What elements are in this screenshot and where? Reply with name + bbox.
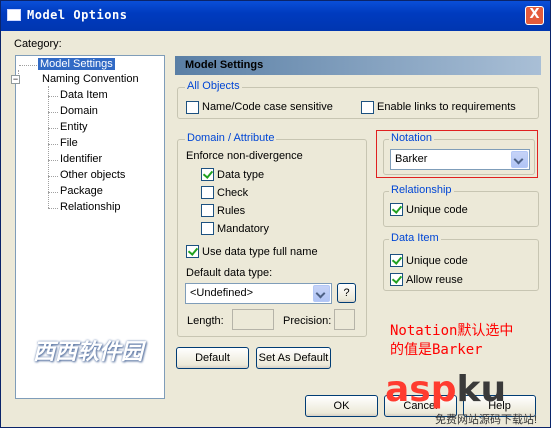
- watermark-subtitle: 免费网站源码下载站!: [435, 414, 538, 426]
- tree-item-entity[interactable]: Entity: [60, 121, 88, 133]
- category-label: Category:: [14, 38, 62, 50]
- window-title: Model Options: [27, 8, 128, 22]
- tree-item-domain[interactable]: Domain: [60, 105, 98, 117]
- highlight-box: [376, 130, 538, 178]
- collapse-icon[interactable]: −: [11, 75, 20, 84]
- tree-item-other-objects[interactable]: Other objects: [60, 169, 125, 181]
- watermark-asp-text: asp: [385, 369, 457, 410]
- close-button[interactable]: X: [525, 6, 544, 25]
- set-as-default-button[interactable]: Set As Default: [256, 347, 331, 369]
- watermark-logo-asp: aspku: [385, 369, 506, 410]
- window-icon: [7, 9, 21, 21]
- check-label: Check: [217, 187, 249, 199]
- precision-label: Precision:: [283, 315, 332, 327]
- domain-attribute-title: Domain / Attribute: [185, 132, 277, 144]
- annotation-text: Notation默认选中 的值是Barker: [390, 322, 513, 360]
- enable-links-label: Enable links to requirements: [377, 101, 516, 113]
- help-button-small[interactable]: ?: [337, 283, 356, 303]
- precision-field[interactable]: [334, 309, 355, 330]
- watermark-ku-text: ku: [456, 369, 507, 410]
- data-type-checkbox[interactable]: [201, 168, 214, 181]
- use-full-name-label: Use data type full name: [202, 246, 318, 258]
- mandatory-checkbox[interactable]: [201, 222, 214, 235]
- check-checkbox[interactable]: [201, 186, 214, 199]
- length-label: Length:: [187, 315, 224, 327]
- allow-reuse-checkbox[interactable]: [390, 273, 403, 286]
- allow-reuse-label: Allow reuse: [406, 274, 463, 286]
- mandatory-label: Mandatory: [217, 223, 269, 235]
- name-code-case-label: Name/Code case sensitive: [202, 101, 333, 113]
- tree-item-data-item[interactable]: Data Item: [60, 89, 108, 101]
- default-type-value: <Undefined>: [190, 287, 253, 299]
- relationship-title: Relationship: [389, 184, 454, 196]
- watermark-logo-left: 西西软件园: [33, 340, 144, 365]
- name-code-case-checkbox[interactable]: [186, 101, 199, 114]
- all-objects-title: All Objects: [185, 80, 242, 92]
- enforce-label: Enforce non-divergence: [186, 150, 303, 162]
- default-type-label: Default data type:: [186, 267, 273, 279]
- data-item-title: Data Item: [389, 232, 441, 244]
- tree-item-package[interactable]: Package: [60, 185, 103, 197]
- model-options-dialog: Model Options X Category: Model Settings…: [0, 0, 551, 428]
- annotation-line-1: Notation默认选中: [390, 323, 514, 339]
- relationship-unique-code-checkbox[interactable]: [390, 203, 403, 216]
- annotation-line-2: 的值是Barker: [390, 342, 483, 358]
- enable-links-checkbox[interactable]: [361, 101, 374, 114]
- data-item-unique-code-checkbox[interactable]: [390, 254, 403, 267]
- panel-header: Model Settings: [175, 56, 541, 75]
- data-type-label: Data type: [217, 169, 265, 181]
- default-button[interactable]: Default: [176, 347, 249, 369]
- use-full-name-checkbox[interactable]: [186, 245, 199, 258]
- data-item-unique-code-label: Unique code: [406, 255, 468, 267]
- relationship-unique-code-label: Unique code: [406, 204, 468, 216]
- rules-checkbox[interactable]: [201, 204, 214, 217]
- tree-item-naming-convention[interactable]: Naming Convention: [42, 73, 139, 85]
- tree-item-relationship[interactable]: Relationship: [60, 201, 121, 213]
- rules-label: Rules: [217, 205, 246, 217]
- tree-item-identifier[interactable]: Identifier: [60, 153, 102, 165]
- default-type-select[interactable]: <Undefined>: [185, 283, 332, 304]
- chevron-down-icon[interactable]: [313, 285, 330, 302]
- ok-button[interactable]: OK: [305, 395, 378, 417]
- tree-item-model-settings[interactable]: Model Settings: [38, 58, 115, 70]
- length-field[interactable]: [232, 309, 274, 330]
- title-bar[interactable]: Model Options X: [1, 1, 550, 31]
- tree-item-file[interactable]: File: [60, 137, 78, 149]
